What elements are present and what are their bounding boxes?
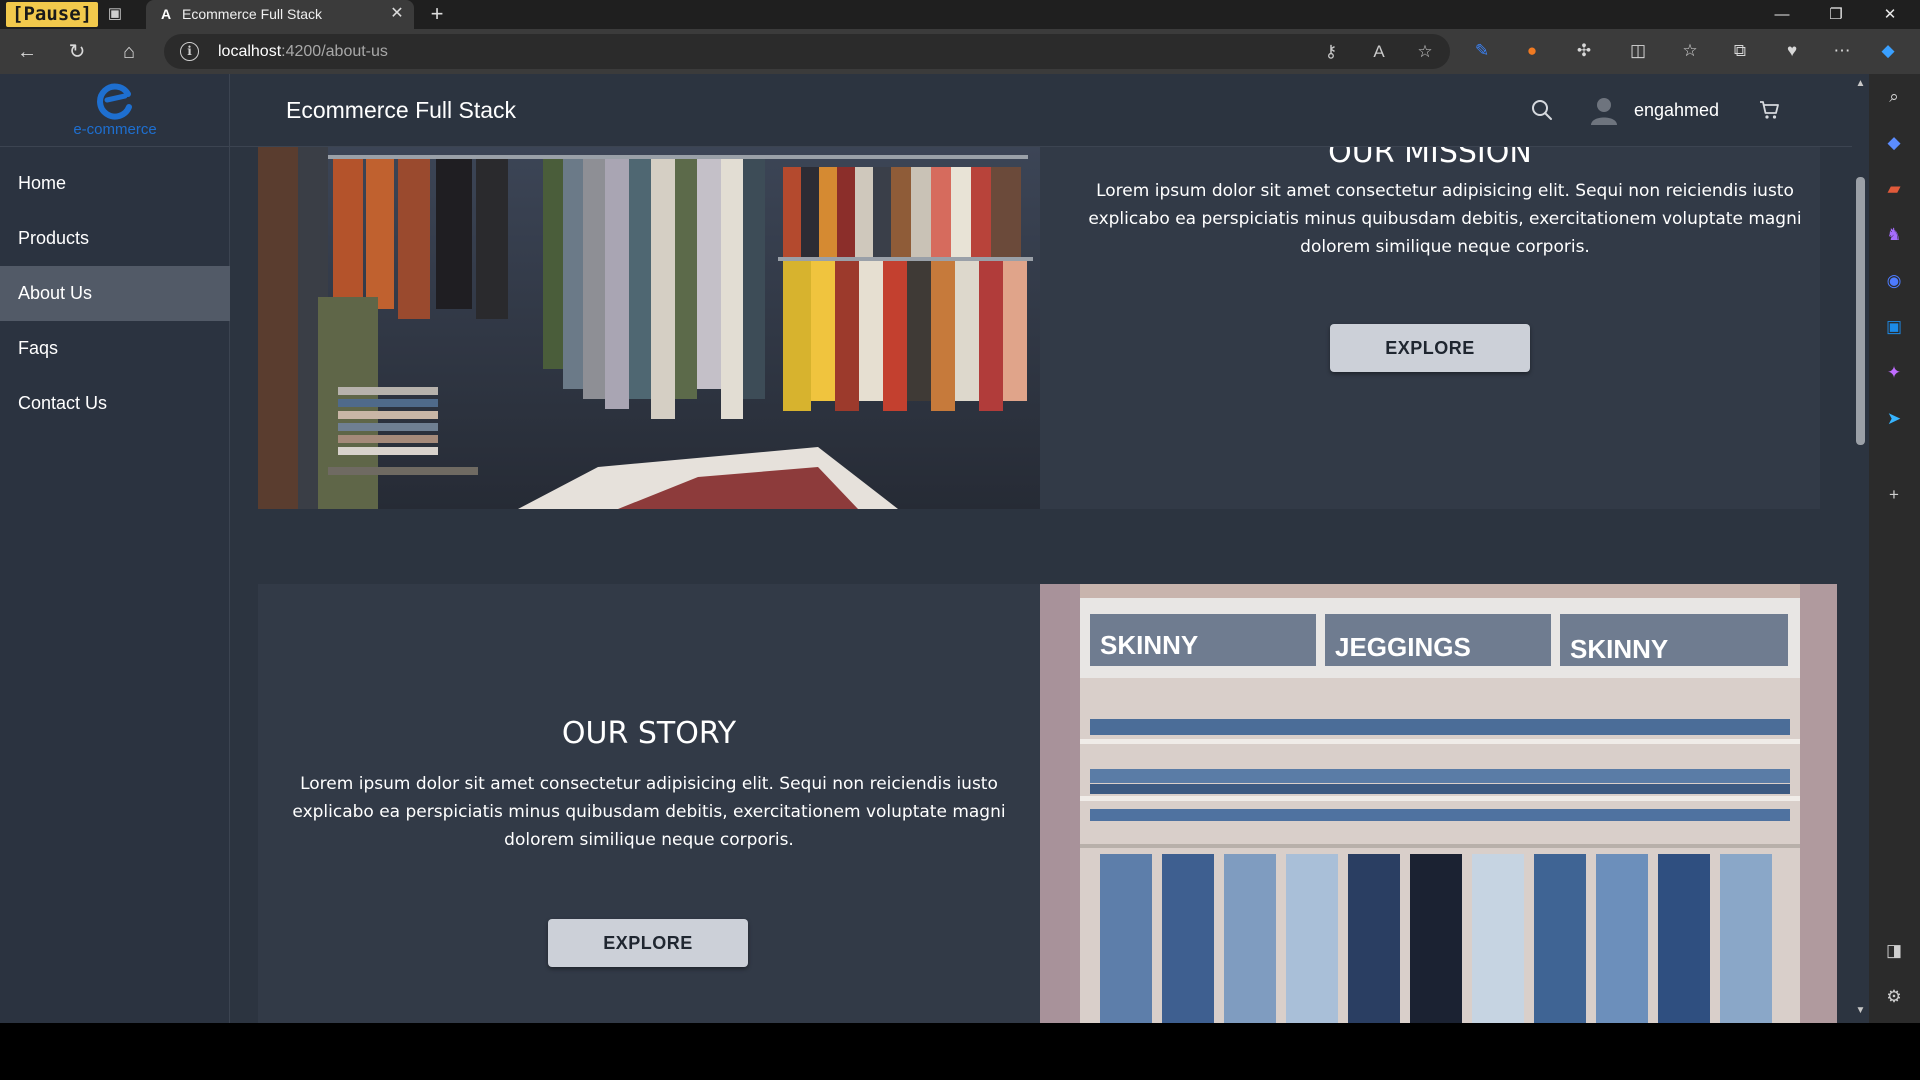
logo[interactable]: e-commerce	[0, 74, 230, 147]
sidebar-item-products[interactable]: Products	[0, 211, 230, 266]
browser-side-panel: ⌕ ◆ ▰ ♞ ◉ ▣ ✦ ➤ + ◨ ⚙	[1869, 74, 1920, 1023]
tab-title: Ecommerce Full Stack	[182, 6, 323, 22]
copilot-icon[interactable]: ◆	[1876, 39, 1900, 63]
back-button[interactable]: ←	[14, 39, 40, 65]
more-menu-icon[interactable]: ⋯	[1830, 39, 1854, 63]
close-window-button[interactable]: ✕	[1864, 0, 1916, 29]
shopping-tag-icon[interactable]: ◆	[1883, 132, 1905, 154]
jeans-store-image: SKINNY JEGGINGS SKINNY	[1040, 584, 1837, 1023]
mission-explore-button[interactable]: EXPLORE	[1330, 324, 1530, 372]
logo-text: e-commerce	[73, 121, 157, 138]
url-text: localhost:4200/about-us	[218, 43, 388, 60]
microsoft-365-icon[interactable]: ◉	[1883, 270, 1905, 292]
restore-button[interactable]: ❐	[1810, 0, 1862, 29]
designer-icon[interactable]: ✦	[1883, 362, 1905, 384]
recording-pause-badge: [Pause]	[6, 2, 99, 27]
sign-jeggings: JEGGINGS	[1335, 632, 1471, 662]
scrollbar-thumb[interactable]	[1856, 177, 1865, 445]
sidebar-item-faqs[interactable]: Faqs	[0, 321, 230, 376]
tools-briefcase-icon[interactable]: ▰	[1883, 178, 1905, 200]
home-button[interactable]: ⌂	[116, 39, 142, 65]
browser-tab-bar: [Pause] ▣ A Ecommerce Full Stack ✕ + — ❐…	[0, 0, 1920, 29]
add-panel-icon[interactable]: +	[1883, 484, 1905, 506]
cart-icon[interactable]	[1758, 98, 1782, 122]
scroll-down-arrow-icon[interactable]: ▼	[1854, 1005, 1867, 1017]
mission-text: Lorem ipsum dolor sit amet consectetur a…	[1088, 181, 1802, 257]
about-content: OUR MISSION Lorem ipsum dolor sit amet c…	[230, 147, 1860, 1023]
new-tab-button[interactable]: +	[424, 2, 450, 27]
page-title: Ecommerce Full Stack	[286, 97, 517, 123]
story-card: OUR STORY Lorem ipsum dolor sit amet con…	[258, 584, 1837, 1023]
username[interactable]: engahmed	[1634, 74, 1719, 147]
address-bar[interactable]: i localhost:4200/about-us ⚷ A ☆	[164, 34, 1450, 69]
collections-icon[interactable]: ⧉	[1728, 39, 1752, 63]
sidebar-item-about-us[interactable]: About Us	[0, 266, 230, 321]
story-explore-button[interactable]: EXPLORE	[548, 919, 748, 967]
sidebar-settings-icon[interactable]: ⚙	[1883, 986, 1905, 1008]
ecommerce-logo-icon	[97, 83, 132, 120]
send-icon[interactable]: ➤	[1883, 408, 1905, 430]
games-icon[interactable]: ♞	[1883, 224, 1905, 246]
scroll-up-arrow-icon[interactable]: ▲	[1854, 78, 1867, 90]
app-sidebar: e-commerce Home Products About Us Faqs C…	[0, 74, 230, 1023]
site-info-icon[interactable]: i	[180, 42, 199, 61]
workspaces-icon[interactable]: ▣	[104, 4, 126, 24]
favorite-star-icon[interactable]: ☆	[1414, 41, 1436, 63]
split-screen-icon[interactable]: ◫	[1626, 39, 1650, 63]
password-key-icon[interactable]: ⚷	[1320, 41, 1342, 63]
angular-favicon-icon: A	[160, 6, 172, 22]
page-viewport: e-commerce Home Products About Us Faqs C…	[0, 74, 1869, 1023]
mission-card: OUR MISSION Lorem ipsum dolor sit amet c…	[258, 147, 1820, 509]
sign-skinny-left: SKINNY	[1100, 630, 1198, 660]
browser-tab-active[interactable]: A Ecommerce Full Stack ✕	[146, 0, 414, 29]
story-title: OUR STORY	[561, 716, 737, 751]
hide-sidebar-icon[interactable]: ◨	[1883, 940, 1905, 962]
reload-button[interactable]: ↻	[64, 39, 90, 65]
sidebar-menu: Home Products About Us Faqs Contact Us	[0, 156, 230, 431]
search-icon[interactable]: ⌕	[1883, 86, 1905, 108]
app-header: Ecommerce Full Stack engahmed	[230, 74, 1860, 147]
sign-skinny-right: SKINNY	[1570, 634, 1668, 664]
tab-close-icon[interactable]: ✕	[388, 5, 406, 23]
favorites-icon[interactable]: ☆	[1678, 39, 1702, 63]
clothing-rack-image	[258, 147, 1040, 509]
browser-essentials-icon[interactable]: ♥	[1780, 39, 1804, 63]
search-icon[interactable]	[1530, 98, 1554, 122]
bottom-black-area	[0, 1023, 1920, 1080]
outlook-icon[interactable]: ▣	[1883, 316, 1905, 338]
read-aloud-icon[interactable]: A	[1368, 41, 1390, 63]
extension-orange-icon[interactable]: ●	[1520, 39, 1544, 63]
minimize-button[interactable]: —	[1756, 0, 1808, 29]
user-avatar-icon[interactable]	[1588, 94, 1620, 126]
mission-title: OUR MISSION	[1328, 147, 1532, 170]
page-scrollbar[interactable]: ▲ ▼	[1852, 74, 1869, 1023]
story-text: Lorem ipsum dolor sit amet consectetur a…	[292, 774, 1006, 850]
sidebar-item-contact-us[interactable]: Contact Us	[0, 376, 230, 431]
sidebar-item-home[interactable]: Home	[0, 156, 230, 211]
extensions-puzzle-icon[interactable]: ✣	[1572, 39, 1596, 63]
extension-pen-icon[interactable]: ✎	[1470, 39, 1494, 63]
